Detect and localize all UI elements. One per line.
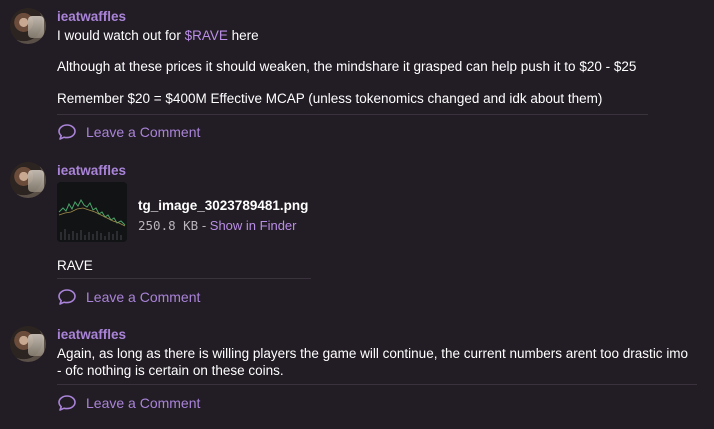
avatar[interactable] [10, 326, 46, 362]
avatar[interactable] [10, 162, 46, 198]
comment-icon [58, 289, 76, 305]
comment-icon [58, 395, 76, 411]
image-thumbnail[interactable] [57, 182, 127, 242]
username[interactable]: ieatwaffles [57, 327, 126, 342]
message-line: I would watch out for $RAVE here [57, 28, 259, 43]
leave-comment-button[interactable]: Leave a Comment [57, 123, 200, 141]
leave-comment-button[interactable]: Leave a Comment [57, 288, 200, 306]
divider [57, 278, 311, 279]
attachment-filename[interactable]: tg_image_3023789481.png [138, 198, 308, 213]
attachment-separator: - [198, 218, 210, 233]
divider [57, 114, 648, 115]
attachment-meta: 250.8 KB - Show in Finder [138, 218, 297, 233]
leave-comment-label: Leave a Comment [86, 289, 201, 305]
leave-comment-label: Leave a Comment [86, 395, 201, 411]
show-in-finder-link[interactable]: Show in Finder [210, 218, 297, 233]
message-text: I would watch out for [57, 28, 185, 43]
avatar[interactable] [10, 8, 46, 44]
leave-comment-button[interactable]: Leave a Comment [57, 394, 200, 412]
divider [57, 384, 697, 385]
attachment-size: 250.8 KB [138, 218, 199, 233]
message-line: Again, as long as there is willing playe… [57, 346, 689, 361]
username[interactable]: ieatwaffles [57, 163, 126, 178]
comment-icon [58, 124, 76, 140]
username[interactable]: ieatwaffles [57, 9, 126, 24]
message-line: Remember $20 = $400M Effective MCAP (unl… [57, 91, 603, 106]
leave-comment-label: Leave a Comment [86, 124, 201, 140]
message-text: here [227, 28, 259, 43]
message-line: RAVE [57, 258, 93, 273]
message-line: Although at these prices it should weake… [57, 59, 637, 74]
chart-thumbnail-image [57, 182, 127, 242]
message-line: - ofc nothing is certain on these coins. [57, 363, 284, 378]
ticker-link[interactable]: $RAVE [185, 28, 228, 43]
